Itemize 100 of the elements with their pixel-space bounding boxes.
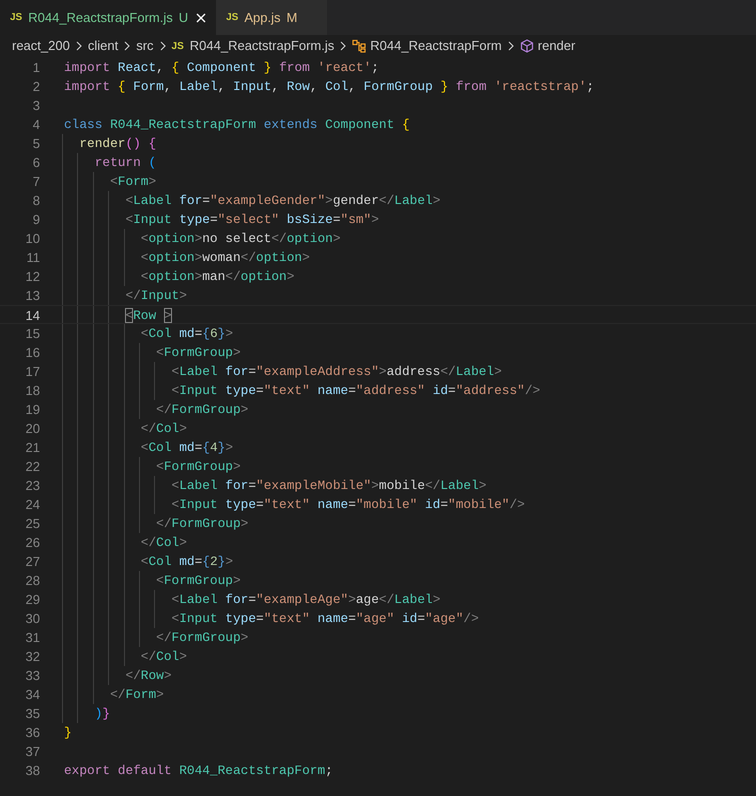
code-text: = (448, 383, 456, 398)
line-number: 25 (24, 515, 40, 533)
tag-bracket: < (140, 269, 148, 284)
breadcrumb-item[interactable]: src (136, 36, 154, 56)
close-icon[interactable] (196, 12, 206, 22)
line-number: 37 (24, 743, 40, 761)
tag-bracket: </ (225, 269, 241, 284)
line-number: 33 (24, 667, 40, 685)
tag-bracket: > (240, 630, 248, 645)
string-literal: "text" (264, 611, 310, 626)
breadcrumb-item[interactable]: render (538, 36, 576, 56)
tag-name: Input (179, 497, 218, 512)
tag-bracket: > (194, 269, 202, 284)
code-text: = (194, 440, 202, 455)
identifier: Input (233, 79, 272, 94)
brace: { (202, 440, 210, 455)
tag-name: FormGroup (164, 345, 233, 360)
code-text: = (417, 611, 426, 626)
brace: } (218, 326, 226, 341)
line-number: 30 (24, 610, 40, 628)
tag-bracket: < (156, 459, 164, 474)
number-literal: 4 (210, 440, 218, 455)
class-name: Component (325, 117, 394, 132)
bracket: } (64, 725, 72, 740)
attribute-name: type (225, 497, 256, 512)
tag-name: Label (440, 478, 479, 493)
line-number: 35 (24, 705, 40, 723)
breadcrumb-item[interactable]: R044_ReactstrapForm.js (190, 36, 334, 56)
tag-bracket: > (194, 231, 202, 246)
breadcrumb-item[interactable]: react_200 (12, 36, 70, 56)
attribute-name: id (402, 611, 418, 626)
tag-bracket: < (172, 364, 180, 379)
editor-tab[interactable]: JS App.js M (216, 0, 328, 35)
attribute-name: type (179, 212, 210, 227)
code-text: no select (202, 231, 272, 246)
line-number: 23 (24, 477, 40, 495)
line-number: 11 (26, 249, 40, 267)
line-number: 21 (24, 439, 40, 457)
tag-name: FormGroup (172, 402, 241, 417)
code-text: = (194, 554, 202, 569)
tag-name: Label (394, 193, 433, 208)
bracket: ) (94, 706, 102, 721)
attribute-name: md (179, 326, 195, 341)
line-number: 19 (24, 401, 40, 419)
attribute-name: name (317, 611, 348, 626)
js-file-icon: JS (172, 38, 184, 54)
tag-bracket: </ (440, 364, 456, 379)
code-text: = (248, 364, 256, 379)
tag-name: option (148, 231, 195, 246)
number-literal: 2 (210, 554, 218, 569)
line-number: 18 (24, 382, 40, 400)
tag-name: option (148, 250, 195, 265)
tag-bracket: </ (378, 193, 394, 208)
breadcrumb-item[interactable]: client (88, 36, 118, 56)
tag-name: FormGroup (164, 459, 233, 474)
tag-name: option (148, 269, 195, 284)
tag-bracket: > (348, 592, 356, 607)
line-number: 13 (24, 287, 40, 305)
tag-bracket: > (232, 345, 241, 360)
tag-name: Col (156, 535, 180, 550)
git-status: M (286, 8, 298, 27)
bracket: { (148, 136, 156, 151)
line-number: 9 (32, 211, 40, 229)
tag-bracket: > (156, 687, 164, 702)
class-name: R044_ReactstrapForm (110, 117, 256, 132)
brace: { (202, 326, 210, 341)
string-literal: 'react' (318, 60, 372, 75)
tag-bracket: < (172, 497, 180, 512)
tag-name: Input (133, 212, 172, 227)
code-text: = (202, 193, 210, 208)
tag-name: Label (133, 193, 172, 208)
brace: } (218, 440, 226, 455)
keyword: from (456, 79, 487, 94)
line-number: 26 (24, 534, 40, 552)
tag-bracket: > (194, 250, 202, 265)
line-number: 2 (32, 78, 40, 96)
code-text: , (156, 60, 164, 75)
function-name: render (79, 136, 126, 151)
tag-bracket: < (140, 231, 148, 246)
tag-bracket: > (179, 421, 187, 436)
brace: } (218, 554, 226, 569)
code-text: man (202, 269, 226, 284)
tag-name: Row (140, 668, 164, 683)
tag-bracket: > (179, 649, 187, 664)
line-number: 20 (24, 420, 40, 438)
string-literal: "select" (218, 212, 280, 227)
code-text: , (271, 79, 280, 94)
code-text: = (256, 383, 264, 398)
editor-tab[interactable]: JS R044_ReactstrapForm.js U (0, 0, 216, 35)
tag-bracket: < (140, 554, 148, 569)
keyword: extends (264, 117, 318, 132)
code-text: address (386, 364, 440, 379)
tag-name: option (286, 231, 333, 246)
code-text: = (194, 326, 202, 341)
string-literal: "address" (456, 383, 525, 398)
code-text: , (310, 79, 318, 94)
tag-bracket: </ (125, 288, 141, 303)
tag-name: option (256, 250, 302, 265)
tag-bracket: > (232, 573, 241, 588)
breadcrumb-item[interactable]: R044_ReactstrapForm (370, 36, 502, 56)
